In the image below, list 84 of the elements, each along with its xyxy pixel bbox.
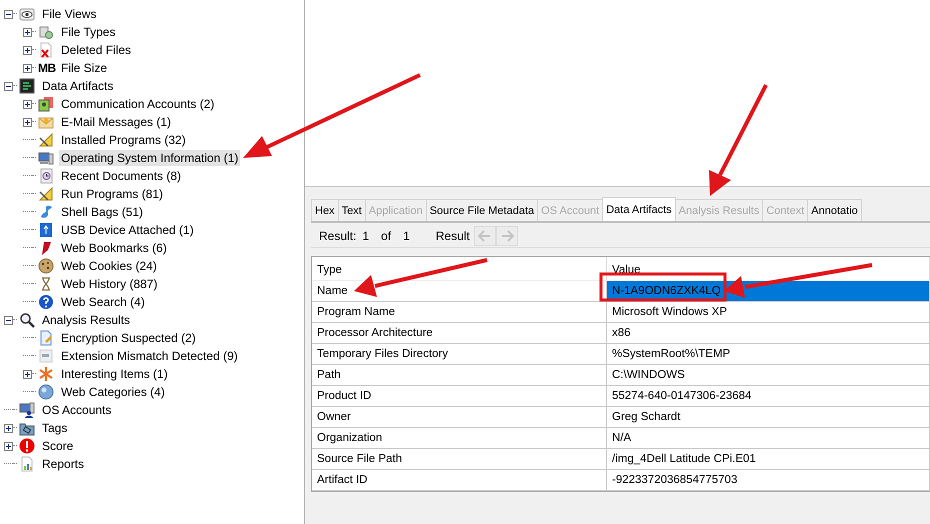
tree-item[interactable]: USB Device Attached (1)	[59, 222, 196, 238]
tree-item[interactable]: Web Cookies (24)	[59, 258, 159, 274]
table-cell: Organization	[312, 428, 607, 449]
cookie-icon	[38, 258, 54, 274]
tree-item[interactable]: Web Search (4)	[59, 294, 147, 310]
result-total: 1	[403, 229, 410, 243]
tree-item[interactable]: File Views	[40, 6, 98, 22]
terminal-icon	[19, 78, 35, 94]
tree-item[interactable]: Data Artifacts	[40, 78, 116, 94]
expand-toggle-icon[interactable]	[23, 46, 32, 54]
tree-item[interactable]: File Size	[59, 60, 110, 76]
size-icon: MB	[38, 61, 58, 75]
table-cell: Processor Architecture	[312, 323, 607, 344]
tree-item[interactable]: Reports	[40, 456, 86, 472]
result-index: 1	[362, 229, 370, 243]
tree-item[interactable]: Score	[40, 438, 76, 454]
scribble-icon	[38, 204, 54, 220]
table-cell: Owner	[312, 407, 607, 428]
tree-item[interactable]: Tags	[40, 420, 70, 436]
arrow-right-icon	[500, 230, 514, 242]
computer-icon	[38, 150, 54, 166]
alert-icon	[19, 438, 35, 454]
arrow-left-icon	[478, 230, 492, 242]
table-cell: N/A	[607, 428, 930, 449]
tree-item[interactable]: OS Accounts	[40, 402, 114, 418]
contact-card-icon	[38, 96, 54, 112]
expand-toggle-icon[interactable]	[4, 442, 13, 450]
tab[interactable]: Hex	[311, 199, 339, 221]
tab[interactable]: Data Artifacts	[602, 197, 676, 221]
tree-item[interactable]: Web History (887)	[59, 276, 160, 292]
tree-item[interactable]: E-Mail Messages (1)	[59, 114, 174, 130]
expand-toggle-icon[interactable]	[4, 424, 13, 432]
table-cell: Artifact ID	[312, 470, 607, 491]
tree-item[interactable]: Web Categories (4)	[59, 384, 167, 400]
usb-icon	[38, 222, 54, 238]
collapse-toggle-icon[interactable]	[4, 316, 13, 324]
expand-toggle-icon[interactable]	[23, 28, 32, 36]
tree-item[interactable]: Shell Bags (51)	[59, 204, 146, 220]
table-cell: Microsoft Windows XP	[607, 302, 930, 323]
tree-item[interactable]: Installed Programs (32)	[59, 132, 188, 148]
tree-item[interactable]: Deleted Files	[59, 42, 134, 58]
tree-item[interactable]: Recent Documents (8)	[59, 168, 184, 184]
search-icon	[19, 312, 35, 328]
result-label: Result	[436, 229, 470, 243]
tree-item[interactable]: Extension Mismatch Detected (9)	[59, 348, 240, 364]
tree-item[interactable]: Analysis Results	[40, 312, 132, 328]
expand-toggle-icon[interactable]	[23, 118, 32, 126]
table-cell: Greg Schardt	[607, 407, 930, 428]
user-computer-icon	[19, 402, 35, 418]
document-icon	[38, 348, 54, 364]
table-cell: C:\WINDOWS	[607, 365, 930, 386]
globe-icon	[38, 384, 54, 400]
eye-icon	[19, 6, 35, 22]
of-label: of	[381, 229, 392, 243]
table-cell: x86	[607, 323, 930, 344]
clock-document-icon	[38, 168, 54, 184]
report-icon	[19, 456, 35, 472]
expand-toggle-icon[interactable]	[23, 370, 32, 378]
tree-item[interactable]: Interesting Items (1)	[59, 366, 170, 382]
tree-item[interactable]: Run Programs (81)	[59, 186, 166, 202]
collapse-toggle-icon[interactable]	[4, 82, 13, 90]
tab[interactable]: Annotatio	[807, 199, 862, 221]
tree-item[interactable]: File Types	[59, 24, 118, 40]
table-cell: Program Name	[312, 302, 607, 323]
expand-toggle-icon[interactable]	[23, 100, 32, 108]
tree-item[interactable]: Encryption Suspected (2)	[59, 330, 198, 346]
result-label: Result:	[319, 229, 356, 243]
table-cell: -9223372036854775703	[607, 470, 930, 491]
table-cell: Product ID	[312, 386, 607, 407]
table-cell: /img_4Dell Latitude CPi.E01	[607, 449, 930, 470]
asterisk-icon	[38, 366, 54, 382]
deleted-file-icon	[38, 42, 54, 58]
table-cell: Path	[312, 365, 607, 386]
tree-item[interactable]: Web Bookmarks (6)	[59, 240, 169, 256]
table-cell: 55274-640-0147306-23684	[607, 386, 930, 407]
tree-item[interactable]: Communication Accounts (2)	[59, 96, 216, 112]
question-icon	[38, 294, 54, 310]
table-cell: %SystemRoot%\TEMP	[607, 344, 930, 365]
table-cell: Temporary Files Directory	[312, 344, 607, 365]
table-cell: Name	[312, 281, 607, 302]
table-cell: Source File Path	[312, 449, 607, 470]
expand-toggle-icon[interactable]	[23, 64, 32, 72]
tree-item[interactable]: Operating System Information (1)	[59, 150, 240, 166]
collapse-toggle-icon[interactable]	[4, 10, 13, 18]
